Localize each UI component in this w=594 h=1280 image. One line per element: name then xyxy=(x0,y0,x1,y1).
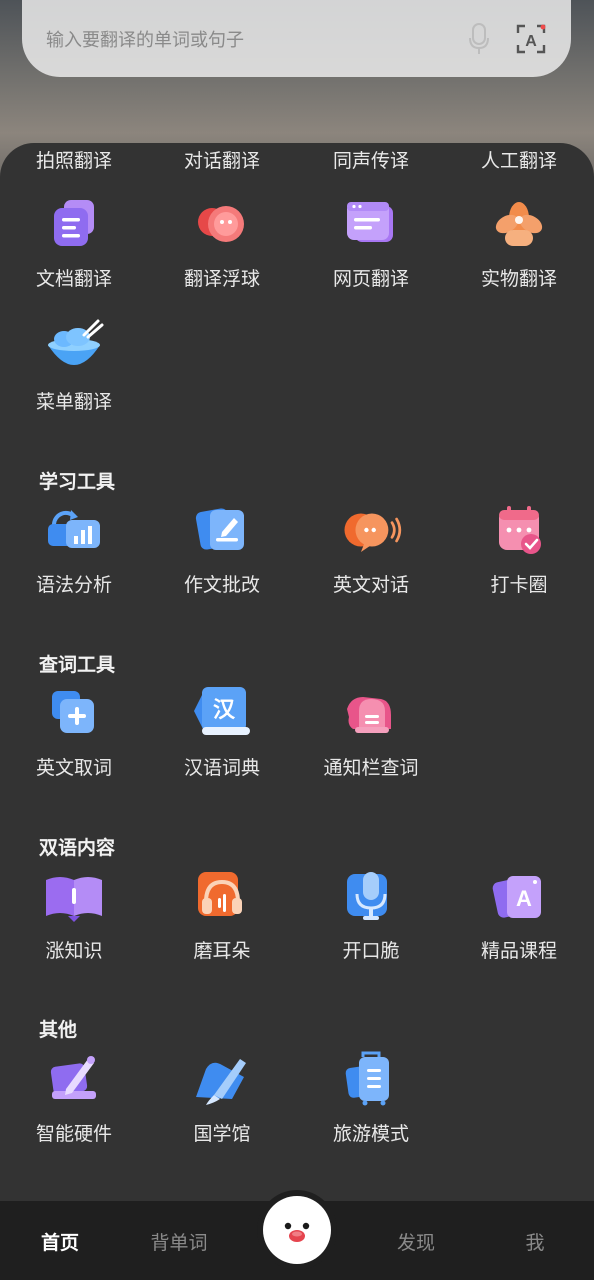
grammar-analysis-item[interactable]: 语法分析 xyxy=(0,498,148,597)
document-translate-item[interactable]: 文档翻译 xyxy=(0,192,148,291)
tab-me[interactable]: 我 xyxy=(475,1228,594,1255)
item-label: 旅游模式 xyxy=(332,1123,409,1145)
grammar-chart-icon xyxy=(42,498,106,562)
item-label: 国学馆 xyxy=(193,1123,251,1145)
item-label: 翻译浮球 xyxy=(183,268,260,290)
human-translate-item[interactable]: 人工翻译 xyxy=(445,146,593,173)
item-label: 菜单翻译 xyxy=(35,391,112,413)
section-title-lookup: 查词工具 xyxy=(39,654,116,676)
item-label: 打卡圈 xyxy=(490,574,548,596)
speak-up-item[interactable]: 开口脆 xyxy=(297,864,445,963)
calendar-check-icon xyxy=(487,498,551,562)
document-icon xyxy=(42,192,106,256)
dialog-translate-item[interactable]: 对话翻译 xyxy=(148,146,296,173)
microphone-icon xyxy=(339,864,403,928)
course-card-icon: A xyxy=(487,864,551,928)
item-label: 英文取词 xyxy=(35,757,112,779)
svg-text:汉: 汉 xyxy=(213,698,236,723)
item-label: 文档翻译 xyxy=(35,268,112,290)
pen-device-icon xyxy=(42,1047,106,1111)
open-book-icon xyxy=(42,864,106,928)
svg-text:A: A xyxy=(516,886,532,911)
section-title-bilingual: 双语内容 xyxy=(39,837,116,859)
item-label: 精品课程 xyxy=(480,940,557,962)
object-translate-item[interactable]: 实物翻译 xyxy=(445,192,593,291)
float-ball-item[interactable]: 翻译浮球 xyxy=(148,192,296,291)
english-dialog-item[interactable]: 英文对话 xyxy=(297,498,445,597)
suitcase-icon xyxy=(339,1047,403,1111)
checkin-circle-item[interactable]: 打卡圈 xyxy=(445,498,593,597)
float-ball-icon xyxy=(190,192,254,256)
webpage-translate-item[interactable]: 网页翻译 xyxy=(297,192,445,291)
smart-hardware-item[interactable]: 智能硬件 xyxy=(0,1047,148,1146)
item-label: 磨耳朵 xyxy=(193,940,251,962)
sinology-hall-item[interactable]: 国学馆 xyxy=(148,1047,296,1146)
microphone-icon[interactable] xyxy=(465,22,493,56)
travel-mode-item[interactable]: 旅游模式 xyxy=(297,1047,445,1146)
section-title-study: 学习工具 xyxy=(39,471,116,493)
item-label: 开口脆 xyxy=(342,940,400,962)
bowl-icon xyxy=(42,315,106,379)
brush-icon xyxy=(190,1047,254,1111)
svg-text:A: A xyxy=(525,33,537,50)
tab-vocabulary[interactable]: 背单词 xyxy=(119,1228,239,1255)
premium-course-item[interactable]: A 精品课程 xyxy=(445,864,593,963)
scan-translate-icon[interactable]: A xyxy=(515,23,547,55)
knowledge-item[interactable]: 涨知识 xyxy=(0,864,148,963)
search-placeholder[interactable]: 输入要翻译的单词或句子 xyxy=(46,26,465,52)
mascot-center-button[interactable] xyxy=(257,1190,337,1270)
item-label: 作文批改 xyxy=(183,574,260,596)
english-word-capture-item[interactable]: 英文取词 xyxy=(0,681,148,780)
essay-edit-icon xyxy=(190,498,254,562)
tab-discover[interactable]: 发现 xyxy=(356,1228,476,1255)
chinese-dictionary-item[interactable]: 汉 汉语词典 xyxy=(148,681,296,780)
menu-translate-item[interactable]: 菜单翻译 xyxy=(0,315,148,414)
item-label: 网页翻译 xyxy=(332,268,409,290)
essay-correction-item[interactable]: 作文批改 xyxy=(148,498,296,597)
item-label: 英文对话 xyxy=(332,574,409,596)
mascot-icon xyxy=(263,1196,331,1264)
notification-lookup-item[interactable]: 通知栏查词 xyxy=(297,681,445,780)
han-dictionary-icon: 汉 xyxy=(190,681,254,745)
photo-translate-item[interactable]: 拍照翻译 xyxy=(0,146,148,173)
item-label: 智能硬件 xyxy=(35,1123,112,1145)
search-bar[interactable]: 输入要翻译的单词或句子 A xyxy=(22,0,571,77)
item-label: 实物翻译 xyxy=(480,268,557,290)
ear-training-item[interactable]: 磨耳朵 xyxy=(148,864,296,963)
headphones-icon xyxy=(190,864,254,928)
bell-icon xyxy=(339,681,403,745)
tab-home[interactable]: 首页 xyxy=(0,1228,120,1255)
lotus-icon xyxy=(487,192,551,256)
section-title-other: 其他 xyxy=(39,1019,78,1041)
webpage-icon xyxy=(339,192,403,256)
item-label: 通知栏查词 xyxy=(323,757,419,779)
simultaneous-translate-item[interactable]: 同声传译 xyxy=(297,146,445,173)
item-label: 汉语词典 xyxy=(183,757,260,779)
item-label: 语法分析 xyxy=(35,574,112,596)
item-label: 涨知识 xyxy=(45,940,103,962)
plus-square-icon xyxy=(42,681,106,745)
chat-bubble-icon xyxy=(339,498,403,562)
